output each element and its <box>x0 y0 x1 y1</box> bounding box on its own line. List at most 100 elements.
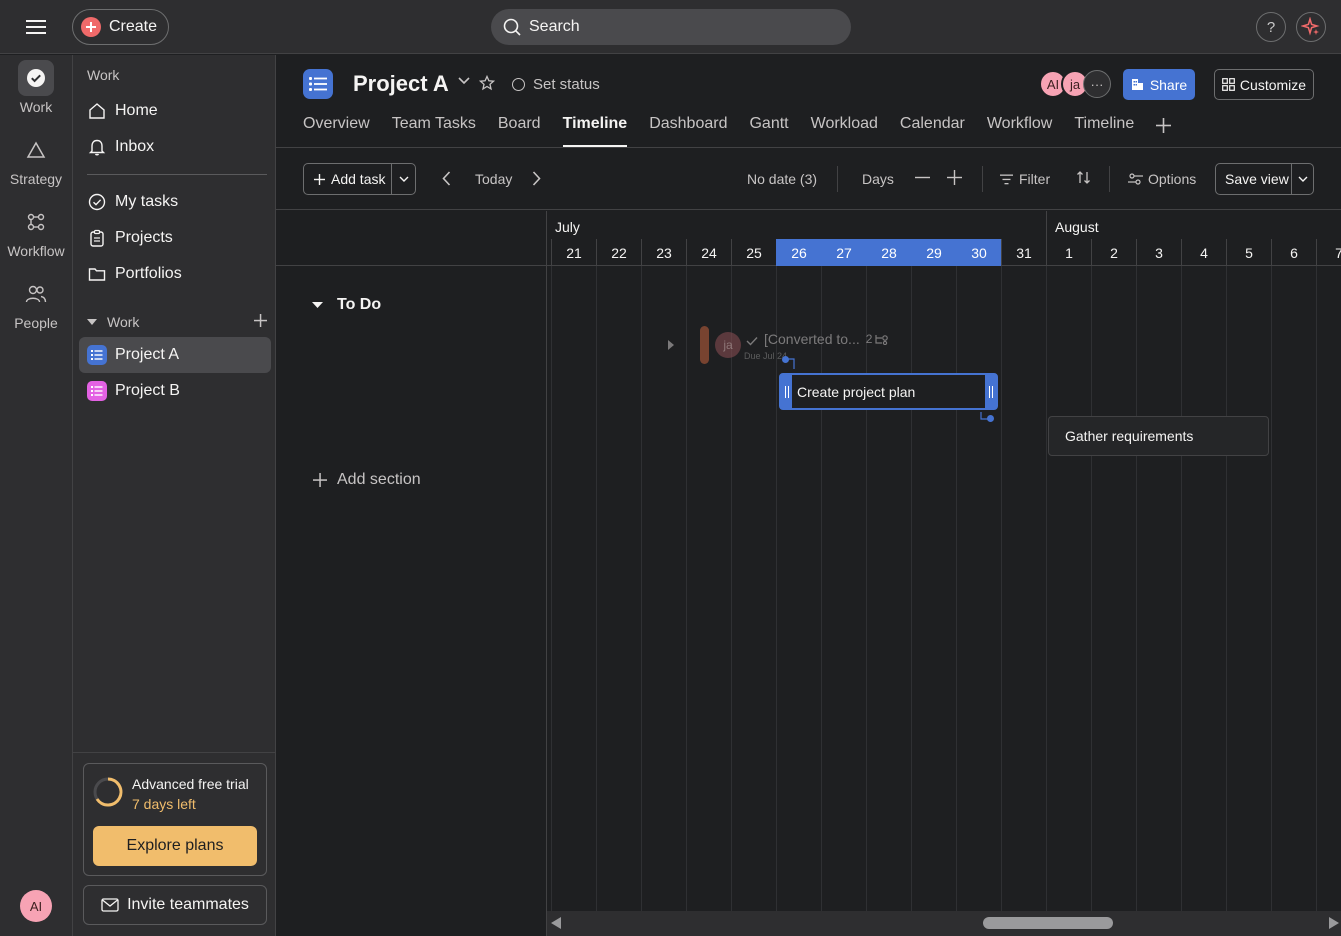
grid-icon <box>1222 78 1235 91</box>
chevron-down-icon[interactable] <box>458 77 470 85</box>
tab-timeline-2[interactable]: Timeline <box>1074 115 1134 147</box>
rail-item-people[interactable]: People <box>0 276 72 331</box>
sidebar-item-project-b[interactable]: Project B <box>79 373 271 409</box>
tab-timeline[interactable]: Timeline <box>562 115 627 147</box>
sidebar-item-my-tasks[interactable]: My tasks <box>79 184 271 220</box>
plus-icon[interactable] <box>947 170 962 185</box>
invite-teammates-button[interactable]: Invite teammates <box>83 885 267 925</box>
star-icon[interactable] <box>479 75 495 91</box>
ai-sparkle-button[interactable] <box>1296 12 1326 42</box>
more-members-label: ··· <box>1090 76 1104 92</box>
save-view-dropdown-chevron-icon[interactable] <box>1292 176 1313 182</box>
scroll-right-arrow-icon[interactable] <box>1329 917 1339 929</box>
set-status-button[interactable]: Set status <box>512 76 600 93</box>
tab-board[interactable]: Board <box>498 115 541 147</box>
sidebar-item-project-a[interactable]: Project A <box>79 337 271 373</box>
sidebar-item-portfolios[interactable]: Portfolios <box>79 256 271 292</box>
options-sliders-icon <box>1128 173 1143 185</box>
chevron-right-icon[interactable] <box>532 171 541 186</box>
save-view-button[interactable]: Save view <box>1216 164 1293 194</box>
sidebar-item-label: Project A <box>115 346 180 363</box>
filter-button[interactable]: Filter <box>1000 171 1050 187</box>
share-label: Share <box>1149 76 1188 93</box>
section-to-do[interactable]: To Do <box>312 296 381 314</box>
sidebar-item-label: Home <box>115 102 158 119</box>
add-project-plus-icon[interactable] <box>254 314 267 327</box>
project-members[interactable]: AI ja ··· <box>1039 70 1111 98</box>
rail-item-work[interactable]: Work <box>0 60 72 115</box>
share-button[interactable]: Share <box>1123 69 1195 100</box>
search-placeholder: Search <box>529 18 580 35</box>
tab-dashboard[interactable]: Dashboard <box>649 115 727 147</box>
sidebar-item-projects[interactable]: Projects <box>79 220 271 256</box>
tab-team-tasks[interactable]: Team Tasks <box>392 115 476 147</box>
more-members-icon[interactable]: ··· <box>1083 70 1111 98</box>
create-button[interactable]: Create <box>72 9 169 45</box>
resize-handle-right-icon[interactable] <box>985 375 996 408</box>
sidebar-section-label: Work <box>107 314 140 330</box>
add-tab-plus-icon[interactable] <box>1156 112 1172 147</box>
status-circle-icon <box>512 78 525 91</box>
hamburger-menu-icon[interactable] <box>22 14 50 40</box>
add-task-label: Add task <box>331 171 386 187</box>
days-zoom-select[interactable]: Days <box>862 171 894 187</box>
add-section-button[interactable]: Add section <box>313 471 421 489</box>
scrollbar-thumb[interactable] <box>983 917 1113 929</box>
options-button[interactable]: Options <box>1128 171 1196 187</box>
sidebar-item-home[interactable]: Home <box>79 93 271 129</box>
trial-card: Advanced free trial 7 days left Explore … <box>83 763 267 876</box>
member-initials: ja <box>1069 76 1081 92</box>
tab-workflow[interactable]: Workflow <box>987 115 1053 147</box>
project-list-icon <box>87 381 107 401</box>
resize-handle-left-icon[interactable] <box>781 375 792 408</box>
dependency-connector <box>783 358 990 420</box>
user-avatar[interactable]: AI <box>20 890 52 922</box>
filter-label: Filter <box>1019 171 1051 187</box>
sidebar-item-label: Portfolios <box>115 265 182 282</box>
minus-icon[interactable] <box>915 170 930 185</box>
dependency-handle-start[interactable] <box>782 356 789 363</box>
search-input[interactable]: Search <box>491 9 851 45</box>
filter-icon <box>1000 174 1013 184</box>
bell-icon <box>87 137 107 157</box>
today-button[interactable]: Today <box>475 171 512 187</box>
customize-label: Customize <box>1239 76 1307 93</box>
timeline-grid[interactable]: July August 21 22 23 24 25 26 27 28 29 30 31 1 2 3 4 5 6… <box>547 211 1341 936</box>
home-icon <box>87 101 107 121</box>
project-title[interactable]: Project A <box>353 71 449 97</box>
sidebar: Work Home Inbox My tasks Projects Portfo… <box>72 55 276 936</box>
plus-icon <box>314 173 325 185</box>
sidebar-section-work[interactable]: Work <box>87 310 267 334</box>
task-bar-create-project-plan[interactable]: Create project plan <box>779 373 998 410</box>
add-task-button[interactable]: Add task <box>304 164 393 194</box>
timeline-toolbar: Add task Today No date (3) Days Filter O… <box>276 148 1341 210</box>
task-bar-gather-requirements[interactable]: Gather requirements <box>1048 416 1269 456</box>
timeline-sections-panel: To Do Add section <box>276 211 547 936</box>
sort-icon[interactable] <box>1076 170 1091 185</box>
trial-title: Advanced free trial <box>132 776 249 792</box>
tab-overview[interactable]: Overview <box>303 115 370 147</box>
sidebar-item-inbox[interactable]: Inbox <box>79 129 271 165</box>
tab-calendar[interactable]: Calendar <box>900 115 965 147</box>
add-task-dropdown-chevron-icon[interactable] <box>392 176 415 182</box>
dependency-handle-end[interactable] <box>987 415 994 422</box>
plus-icon <box>81 17 101 37</box>
explore-plans-button[interactable]: Explore plans <box>93 826 257 866</box>
tab-workload[interactable]: Workload <box>811 115 878 147</box>
add-task-button-group: Add task <box>303 163 416 195</box>
folder-icon <box>87 264 107 284</box>
create-label: Create <box>109 18 158 35</box>
invite-label: Invite teammates <box>127 896 249 913</box>
triangle-icon <box>18 132 54 168</box>
scroll-left-arrow-icon[interactable] <box>551 917 561 929</box>
tab-gantt[interactable]: Gantt <box>749 115 788 147</box>
no-date-button[interactable]: No date (3) <box>747 171 817 187</box>
customize-button[interactable]: Customize <box>1214 69 1314 100</box>
caret-down-icon <box>312 302 323 308</box>
timeline-left-header <box>276 211 547 266</box>
rail-item-strategy[interactable]: Strategy <box>0 132 72 187</box>
rail-item-workflow[interactable]: Workflow <box>0 204 72 259</box>
horizontal-scrollbar[interactable] <box>547 911 1341 936</box>
chevron-left-icon[interactable] <box>442 171 451 186</box>
help-button[interactable]: ? <box>1256 12 1286 42</box>
